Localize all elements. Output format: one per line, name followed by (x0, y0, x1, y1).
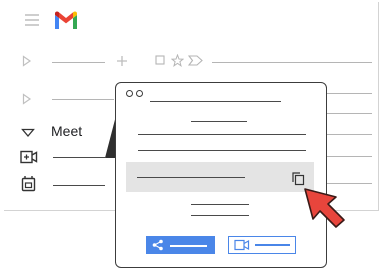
chevron-down-icon[interactable] (21, 128, 35, 138)
share-button[interactable] (146, 236, 215, 254)
plus-icon[interactable] (116, 55, 128, 67)
gmail-logo (55, 11, 77, 29)
meeting-link-row[interactable] (126, 162, 314, 192)
meet-label[interactable]: Meet (51, 122, 82, 140)
video-call-button[interactable] (228, 236, 296, 254)
new-meeting-icon[interactable] (20, 150, 38, 164)
share-icon (152, 239, 163, 251)
expand-icon[interactable] (22, 93, 32, 105)
label-icon[interactable] (188, 55, 204, 66)
menu-icon[interactable] (24, 13, 40, 27)
expand-icon[interactable] (22, 55, 32, 67)
copy-icon[interactable] (291, 171, 305, 186)
window-dot (126, 90, 133, 97)
star-icon[interactable] (171, 54, 184, 67)
video-icon (234, 239, 250, 251)
join-meeting-icon[interactable] (21, 175, 37, 192)
checkbox-icon[interactable] (155, 55, 166, 66)
pointer-cursor-icon (304, 188, 345, 228)
window-dot (136, 90, 143, 97)
meeting-link-dialog (115, 82, 327, 268)
